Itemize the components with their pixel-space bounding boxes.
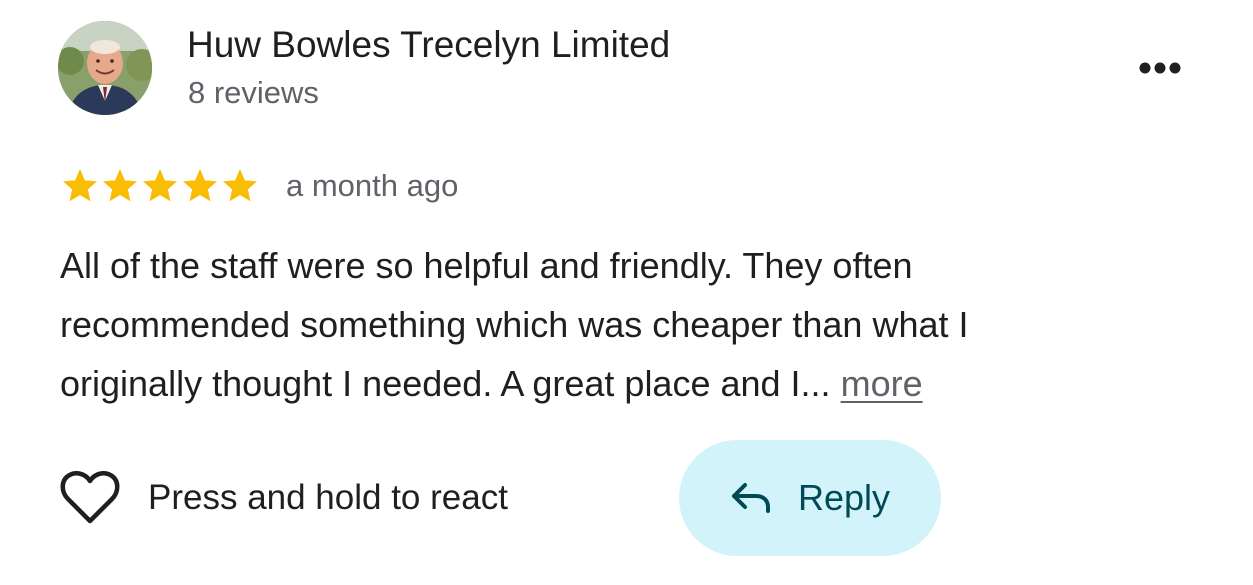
review-timestamp: a month ago bbox=[286, 168, 459, 203]
star-filled-icon bbox=[223, 169, 257, 202]
avatar-image bbox=[58, 21, 152, 115]
more-horizontal-icon bbox=[1139, 62, 1181, 74]
more-options-button[interactable] bbox=[1128, 50, 1192, 86]
star-filled-icon bbox=[63, 169, 97, 202]
reviewer-name[interactable]: Huw Bowles Trecelyn Limited bbox=[187, 22, 670, 68]
star-filled-icon bbox=[183, 169, 217, 202]
read-more-link[interactable]: more bbox=[841, 363, 923, 404]
react-button[interactable]: Press and hold to react bbox=[60, 466, 508, 530]
review-body: All of the staff were so helpful and fri… bbox=[60, 236, 1180, 413]
reviewer-review-count: 8 reviews bbox=[188, 75, 319, 110]
heart-outline-icon bbox=[60, 471, 120, 524]
react-label: Press and hold to react bbox=[148, 478, 508, 517]
star-rating bbox=[60, 166, 260, 206]
reply-arrow-icon bbox=[731, 483, 770, 513]
star-filled-icon bbox=[103, 169, 137, 202]
review-card: Huw Bowles Trecelyn Limited 8 reviews a … bbox=[0, 0, 1253, 585]
reviewer-avatar[interactable] bbox=[58, 21, 152, 115]
star-filled-icon bbox=[143, 169, 177, 202]
review-text-line: recommended something which was cheaper … bbox=[60, 304, 969, 345]
reply-label: Reply bbox=[797, 477, 891, 518]
reply-button[interactable]: Reply bbox=[679, 440, 941, 556]
review-text-line: All of the staff were so helpful and fri… bbox=[60, 245, 913, 286]
review-text-line-content: originally thought I needed. A great pla… bbox=[60, 363, 831, 404]
review-text-line: originally thought I needed. A great pla… bbox=[60, 354, 1180, 413]
